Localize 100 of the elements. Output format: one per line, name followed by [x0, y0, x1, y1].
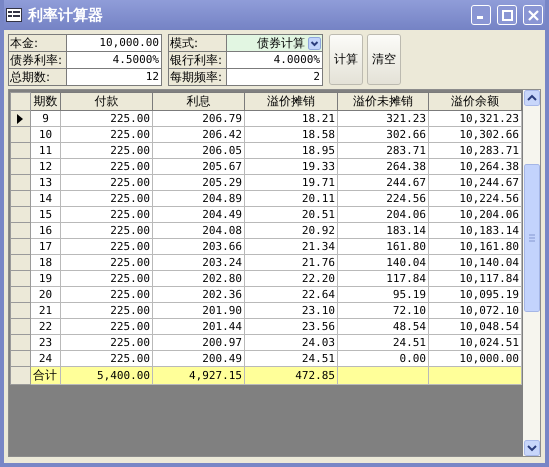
table-cell: 205.29: [152, 174, 244, 190]
table-cell: 224.56: [338, 190, 428, 206]
table-cell: 23.10: [244, 302, 338, 318]
table-cell: 204.08: [152, 222, 244, 238]
field-label: 每期频率:: [169, 69, 226, 85]
table-cell: 225.00: [60, 206, 152, 222]
total-label: 合计: [30, 366, 60, 384]
table-cell: 225.00: [60, 142, 152, 158]
table-cell: 200.97: [152, 334, 244, 350]
table-cell: 283.71: [338, 142, 428, 158]
table-cell: 161.80: [338, 238, 428, 254]
input-field[interactable]: 2: [227, 69, 322, 85]
field-label: 银行利率:: [169, 52, 226, 68]
table-cell: 12: [30, 158, 60, 174]
table-cell: 206.05: [152, 142, 244, 158]
table-cell: 204.06: [338, 206, 428, 222]
table-cell: 205.67: [152, 158, 244, 174]
action-button[interactable]: 清空: [367, 34, 401, 85]
table-cell: 22.20: [244, 270, 338, 286]
table-cell: 203.66: [152, 238, 244, 254]
table-cell: 225.00: [60, 222, 152, 238]
field-label: 本金:: [9, 35, 66, 51]
table-cell: 10,183.14: [428, 222, 522, 238]
column-header[interactable]: 利息: [152, 92, 244, 110]
table-cell: 203.24: [152, 254, 244, 270]
table-cell: 302.66: [338, 126, 428, 142]
window-title: 利率计算器: [28, 6, 104, 24]
table-cell: 18.58: [244, 126, 338, 142]
table-cell: 225.00: [60, 158, 152, 174]
table-cell: 22.64: [244, 286, 338, 302]
table-cell: 20: [30, 286, 60, 302]
table-cell: 140.04: [338, 254, 428, 270]
table-cell: 10,024.51: [428, 334, 522, 350]
table-cell: 10,264.38: [428, 158, 522, 174]
table-cell: 183.14: [338, 222, 428, 238]
table-cell: 18.21: [244, 110, 338, 126]
input-field[interactable]: 12: [67, 69, 161, 85]
form-icon: [6, 8, 22, 22]
input-field[interactable]: 4.0000%: [227, 52, 322, 68]
table-cell: 225.00: [60, 190, 152, 206]
table-cell: 10: [30, 126, 60, 142]
mode-dropdown[interactable]: 债券计算: [227, 35, 322, 51]
table-cell: 201.44: [152, 318, 244, 334]
field-label: 总期数:: [9, 69, 66, 85]
table-cell: 21.76: [244, 254, 338, 270]
scroll-thumb[interactable]: [524, 164, 540, 312]
table-cell: 16: [30, 222, 60, 238]
header-corner: [10, 92, 30, 110]
table-cell: 10,072.10: [428, 302, 522, 318]
table-cell: 21.34: [244, 238, 338, 254]
input-field[interactable]: 10,000.00: [67, 35, 161, 51]
table-cell: 10,140.04: [428, 254, 522, 270]
vertical-scrollbar[interactable]: [523, 90, 540, 456]
table-cell: 117.84: [338, 270, 428, 286]
table-cell: 14: [30, 190, 60, 206]
table-cell: 225.00: [60, 110, 152, 126]
close-button[interactable]: [523, 5, 543, 25]
field-label: 模式:: [169, 35, 226, 51]
table-cell: 21: [30, 302, 60, 318]
action-button[interactable]: 计算: [329, 34, 363, 85]
table-cell: 10,204.06: [428, 206, 522, 222]
table-cell: 19.71: [244, 174, 338, 190]
table-cell: 225.00: [60, 318, 152, 334]
column-header[interactable]: 溢价摊销: [244, 92, 338, 110]
column-header[interactable]: 溢价未摊销: [338, 92, 428, 110]
table-cell: 206.42: [152, 126, 244, 142]
scroll-down-icon[interactable]: [524, 440, 540, 456]
field-label: 债券利率:: [9, 52, 66, 68]
table-cell: 204.89: [152, 190, 244, 206]
table-cell: 20.51: [244, 206, 338, 222]
scroll-up-icon[interactable]: [524, 90, 540, 106]
table-cell: 10,244.67: [428, 174, 522, 190]
table-cell: 206.79: [152, 110, 244, 126]
table-cell: 10,117.84: [428, 270, 522, 286]
table-cell: 321.23: [338, 110, 428, 126]
table-cell: 95.19: [338, 286, 428, 302]
table-cell: 11: [30, 142, 60, 158]
table-cell: 18.95: [244, 142, 338, 158]
table-cell: 72.10: [338, 302, 428, 318]
table-cell: 48.54: [338, 318, 428, 334]
table-cell: 225.00: [60, 126, 152, 142]
column-header[interactable]: 溢价余额: [428, 92, 522, 110]
column-header[interactable]: 期数: [30, 92, 60, 110]
minimize-button[interactable]: [471, 5, 491, 25]
table-cell: 225.00: [60, 174, 152, 190]
total-cell: 4,927.15: [152, 366, 244, 384]
table-cell: 10,283.71: [428, 142, 522, 158]
input-field[interactable]: 4.5000%: [67, 52, 161, 68]
table-cell: 9: [30, 110, 60, 126]
table-cell: 225.00: [60, 254, 152, 270]
table-cell: 225.00: [60, 286, 152, 302]
row-selector[interactable]: [10, 110, 30, 126]
table-cell: 204.49: [152, 206, 244, 222]
table-cell: 225.00: [60, 270, 152, 286]
table-cell: 10,224.56: [428, 190, 522, 206]
maximize-button[interactable]: [497, 5, 517, 25]
table-cell: 202.80: [152, 270, 244, 286]
column-header[interactable]: 付款: [60, 92, 152, 110]
table-cell: 18: [30, 254, 60, 270]
table-cell: 19: [30, 270, 60, 286]
